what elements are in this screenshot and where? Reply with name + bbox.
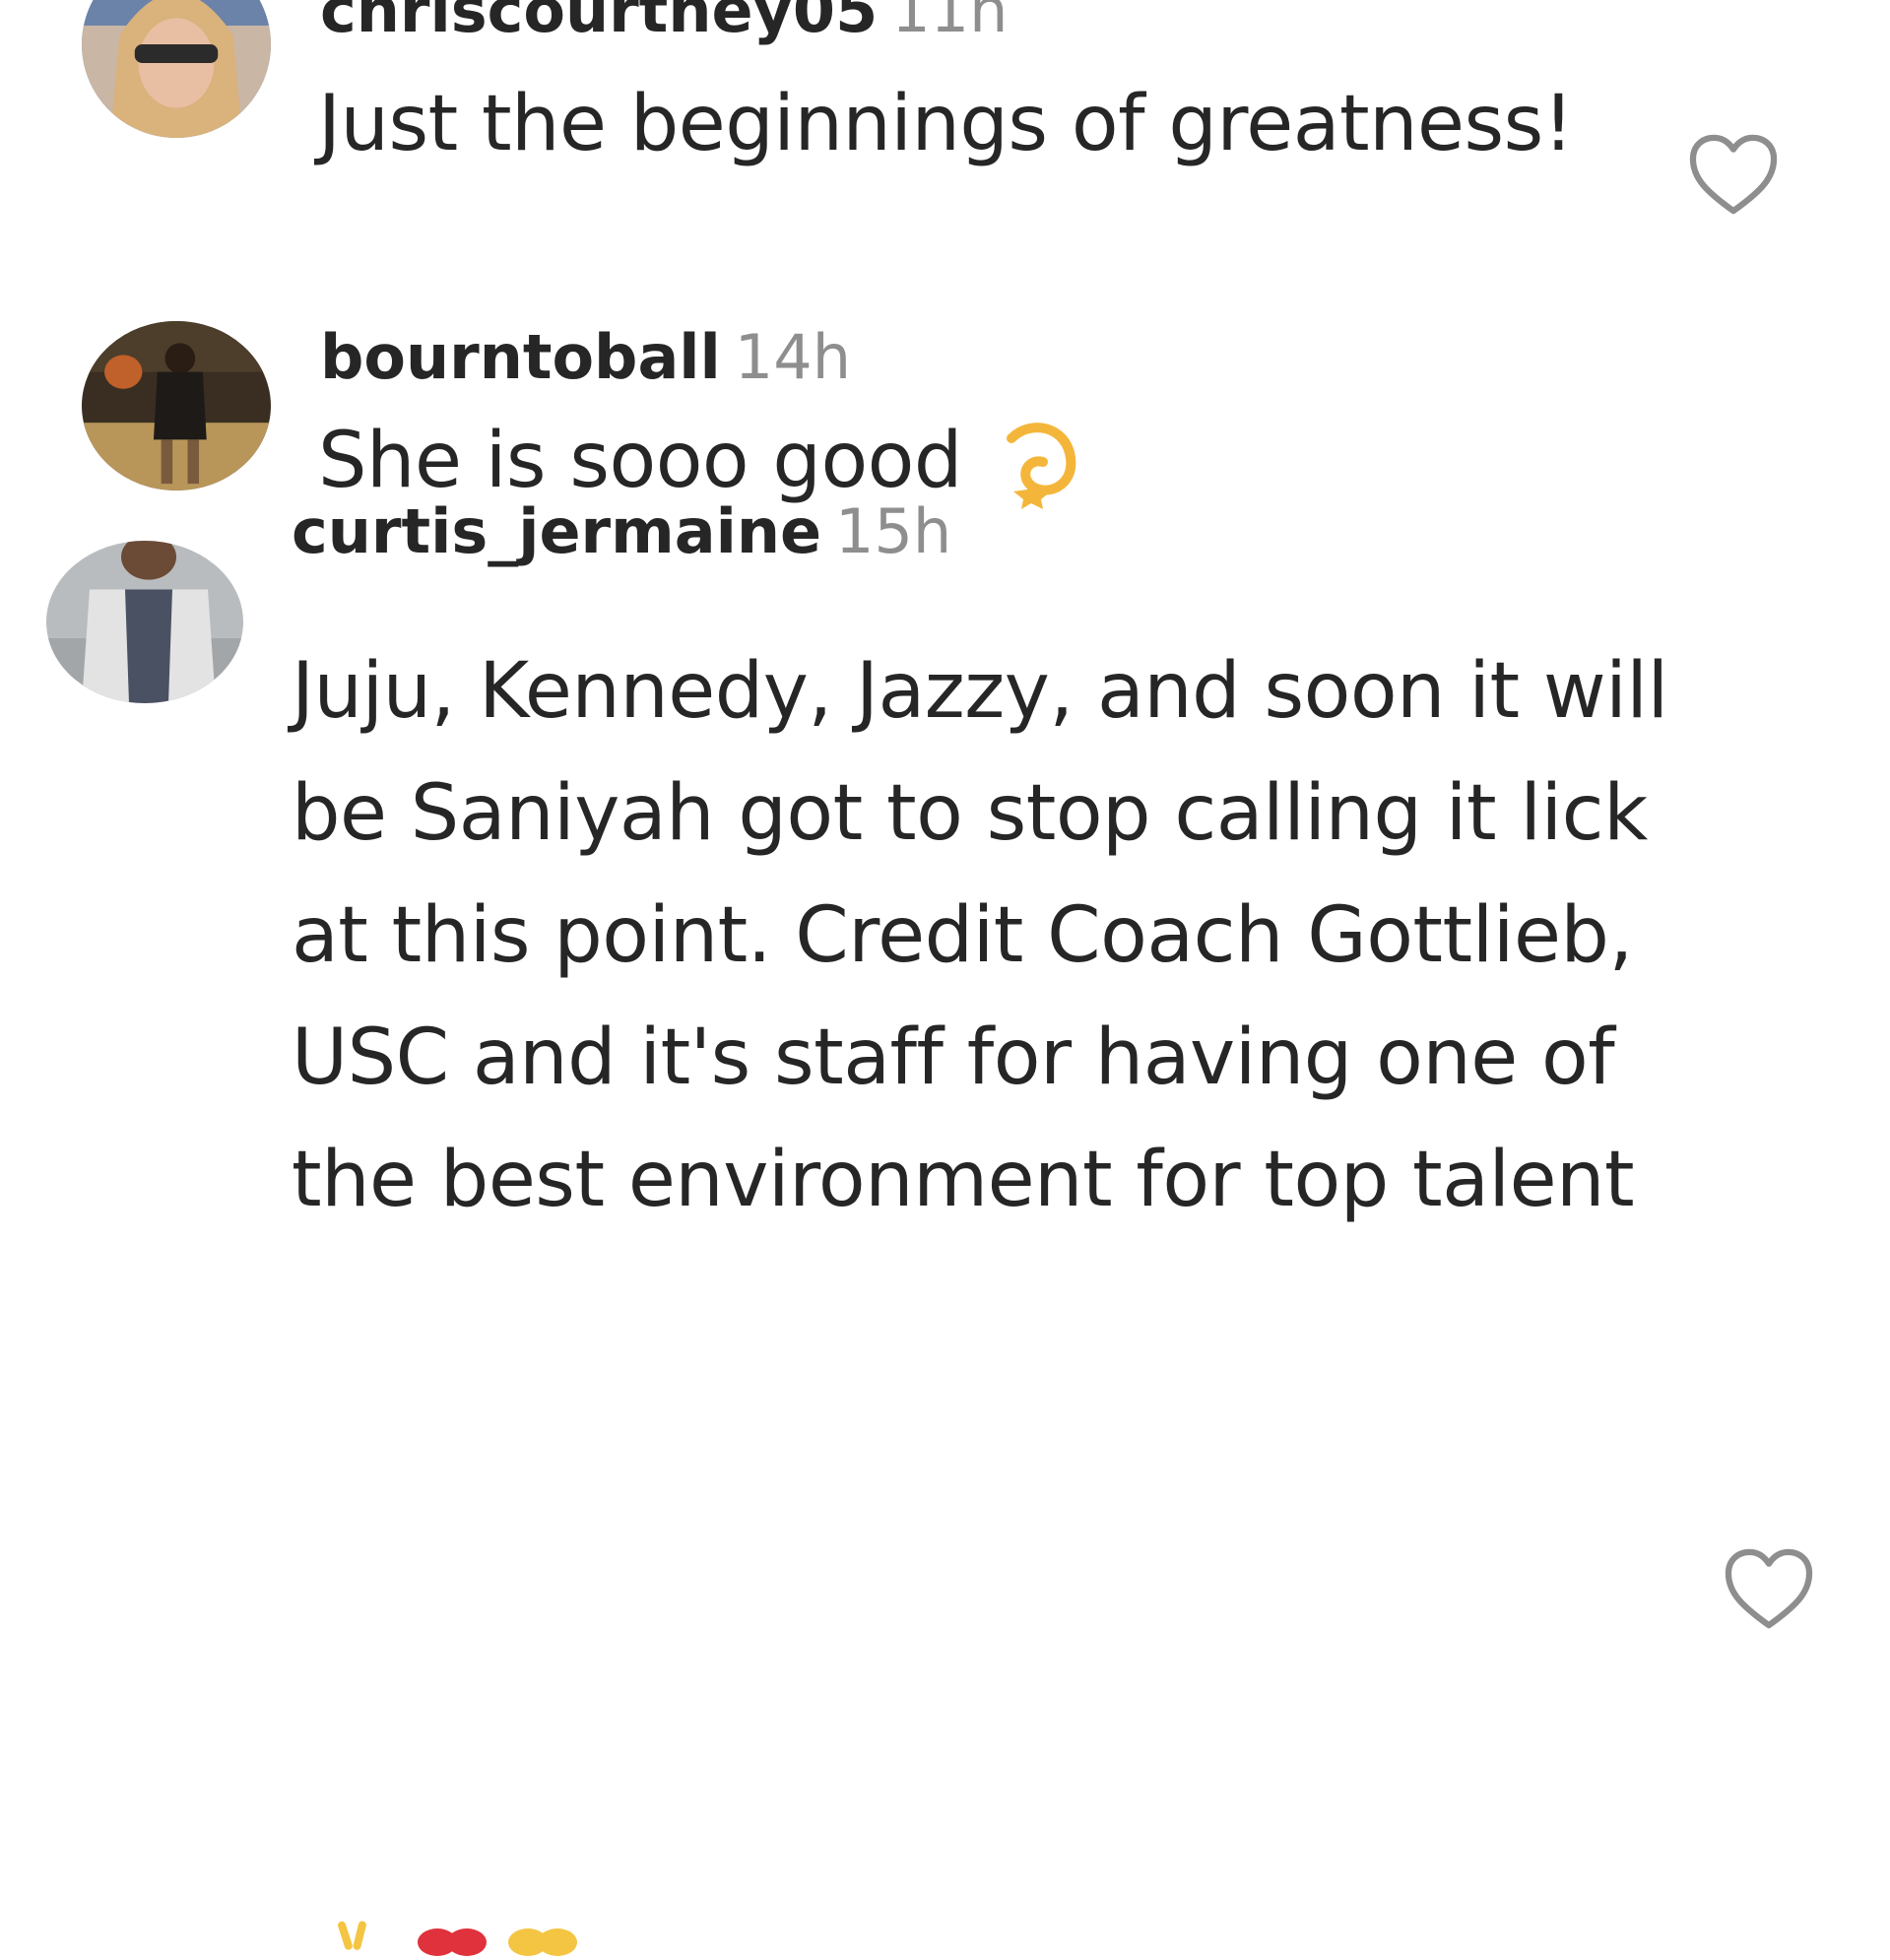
yellow-heart-emoji-icon [508, 1928, 577, 1956]
comment-username[interactable]: curtis_jermaine [292, 495, 821, 567]
emoji-row [335, 1921, 729, 1960]
comment-item: curtis_jermaine 15h Juju, Kennedy, Jazzy,… [0, 501, 1890, 1956]
heart-outline-icon[interactable] [1722, 1546, 1816, 1631]
comment-item: chriscourtney05 11h Just the beginnings o… [0, 0, 1890, 286]
comment-time[interactable]: 15h [835, 495, 951, 567]
dizzy-emoji-icon [988, 411, 1086, 509]
comment-header: curtis_jermaine 15h [292, 501, 951, 562]
comment-time[interactable]: 14h [735, 321, 851, 393]
red-heart-emoji-icon [418, 1928, 487, 1956]
comment-username[interactable]: bourntoball [320, 321, 721, 393]
victory-hand-emoji-icon [338, 1921, 366, 1950]
avatar[interactable] [82, 0, 271, 138]
comment-time[interactable]: 11h [891, 0, 1008, 46]
comment-text-content: She is sooo good [318, 417, 962, 505]
heart-outline-icon[interactable] [1686, 132, 1781, 217]
comment-username[interactable]: chriscourtney05 [320, 0, 878, 46]
comment-header: bourntoball 14h [320, 327, 851, 388]
comment-header: chriscourtney05 11h [320, 0, 1008, 41]
avatar[interactable] [46, 541, 243, 703]
avatar[interactable] [82, 321, 271, 490]
comment-text: Just the beginnings of greatness! [318, 80, 1574, 168]
comment-text: Juju, Kennedy, Jazzy, and soon it will b… [292, 647, 1668, 1224]
